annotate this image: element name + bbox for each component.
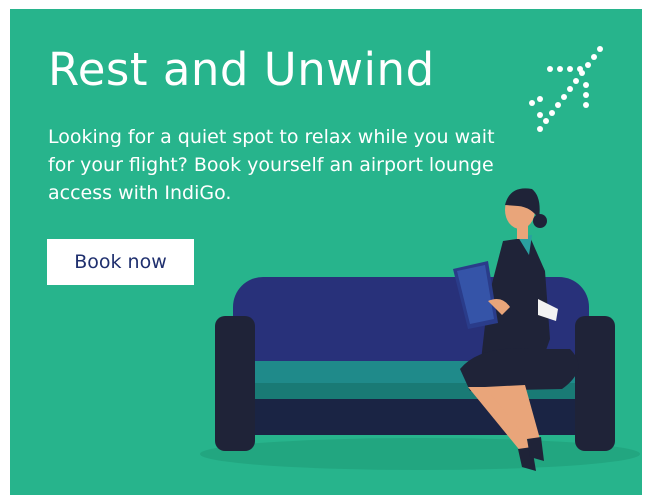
lounge-ad-banner[interactable]: Rest and Unwind Looking for a quiet spot… <box>10 9 642 495</box>
lounge-illustration <box>200 188 640 471</box>
